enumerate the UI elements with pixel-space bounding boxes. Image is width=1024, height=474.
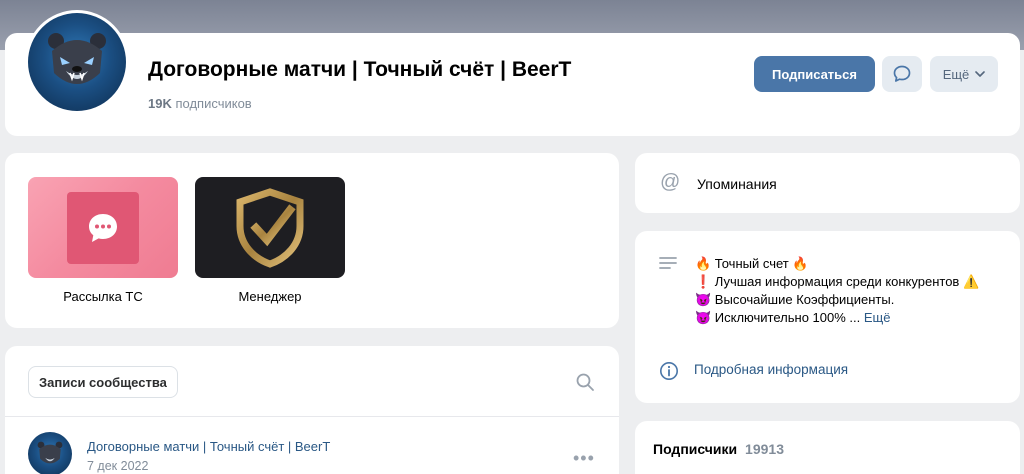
post-author-link[interactable]: Договорные матчи | Точный счёт | BeerT	[87, 439, 330, 454]
detailed-info-link[interactable]: Подробная информация	[694, 362, 848, 377]
message-button[interactable]	[882, 56, 922, 92]
subscribers-block[interactable]: Подписчики 19913	[635, 421, 1020, 474]
description-line-4-text: 😈 Исключительно 100% ...	[695, 310, 861, 325]
community-avatar[interactable]	[25, 10, 129, 114]
page-title: Договорные матчи | Точный счёт | BeerT	[148, 58, 572, 81]
app-mailing-tile[interactable]	[28, 177, 178, 278]
subscribers-label: подписчиков	[175, 96, 252, 111]
text-lines-icon	[659, 257, 677, 269]
subscribers-block-count: 19913	[745, 441, 784, 457]
description-line-1: 🔥 Точный счет 🔥	[695, 256, 809, 271]
description-text: 🔥 Точный счет 🔥 ❗ Лучшая информация сред…	[695, 255, 995, 327]
community-description: 🔥 Точный счет 🔥 ❗ Лучшая информация сред…	[635, 231, 1020, 403]
subscribers-count[interactable]: 19K подписчиков	[148, 96, 252, 111]
apps-block: Рассылка ТС Менеджер	[5, 153, 619, 328]
divider	[5, 416, 619, 417]
community-posts: Записи сообщества Договорные матчи | Точ…	[5, 346, 619, 474]
description-line-4: 😈 Исключительно 100% ... Ещё	[695, 309, 995, 327]
at-sign-icon: @	[660, 171, 681, 193]
more-button-label: Ещё	[942, 66, 970, 82]
subscribers-block-label: Подписчики	[653, 441, 738, 457]
bear-logo-icon	[48, 33, 106, 84]
subscribers-number: 19K	[148, 96, 172, 111]
app-manager-tile[interactable]	[195, 177, 345, 278]
mentions-block[interactable]: @ Упоминания	[635, 153, 1020, 213]
chevron-down-icon	[975, 71, 986, 77]
more-button[interactable]: Ещё	[930, 56, 998, 92]
message-icon	[893, 65, 911, 82]
post-menu-button[interactable]: •••	[573, 448, 595, 469]
tab-community-posts[interactable]: Записи сообщества	[28, 366, 178, 398]
app-mailing[interactable]: Рассылка ТС	[28, 177, 178, 304]
description-line-3: 😈 Высочайшие Коэффициенты.	[695, 292, 895, 307]
app-manager[interactable]: Менеджер	[195, 177, 345, 304]
info-icon	[660, 362, 678, 380]
chat-bubble-icon	[89, 213, 117, 242]
subscribers-block-title: Подписчики 19913	[653, 441, 784, 457]
post-author-avatar[interactable]	[28, 432, 72, 474]
app-manager-label: Менеджер	[238, 289, 302, 304]
app-mailing-label: Рассылка ТС	[63, 289, 143, 304]
shield-check-icon	[236, 187, 304, 268]
posts-search-button[interactable]	[575, 372, 595, 397]
subscribe-button[interactable]: Подписаться	[754, 56, 875, 92]
post-date[interactable]: 7 дек 2022	[87, 459, 148, 473]
bear-logo-icon	[37, 441, 63, 464]
description-more-link[interactable]: Ещё	[864, 310, 891, 325]
description-line-2: ❗ Лучшая информация среди конкурентов ⚠️	[695, 274, 980, 289]
search-icon	[576, 373, 594, 391]
mentions-label: Упоминания	[697, 176, 777, 192]
